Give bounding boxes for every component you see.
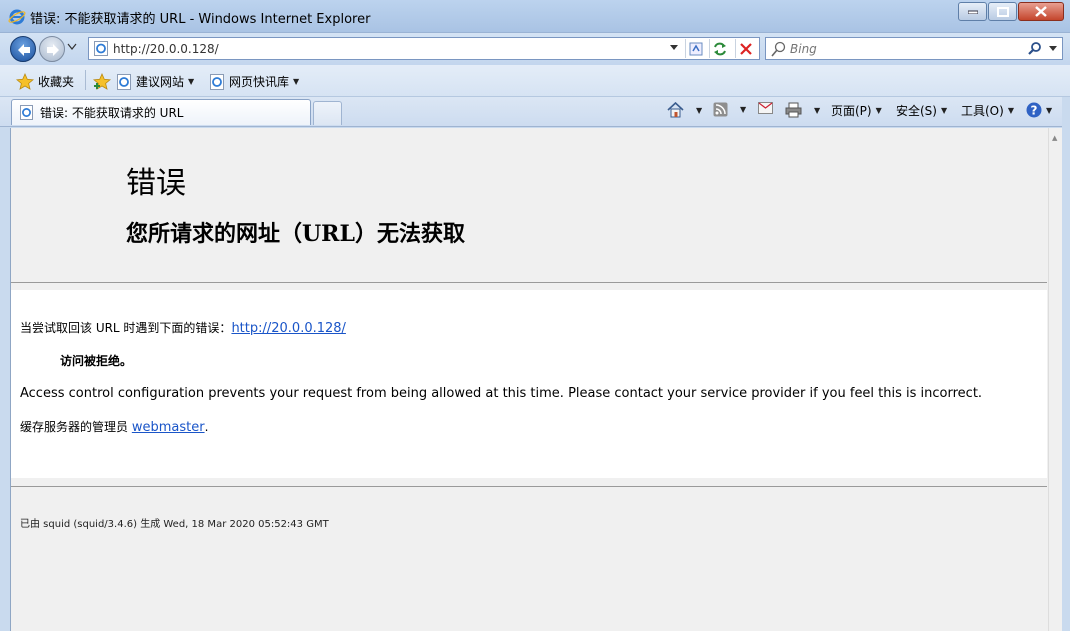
stop-icon	[740, 42, 752, 55]
tools-menu-label: 工具(O)	[961, 104, 1004, 118]
toolbar-separator	[85, 70, 86, 90]
favorites-label: 收藏夹	[38, 75, 75, 89]
requested-url-link[interactable]: http://20.0.0.128/	[231, 321, 346, 336]
page-viewport: 错误 您所请求的网址（URL）无法获取 当尝试取回该 URL 时遇到下面的错误：…	[10, 128, 1048, 631]
forward-button[interactable]	[39, 36, 65, 62]
ie-logo-icon	[8, 9, 26, 25]
print-button[interactable]: ▼	[785, 102, 820, 118]
mail-icon	[758, 102, 773, 114]
address-bar[interactable]	[88, 37, 760, 60]
chevron-down-icon: ▼	[740, 105, 747, 114]
favorites-bar: 收藏夹 建议网站 ▼ 网页快讯库 ▼	[0, 65, 1070, 97]
chevron-down-icon: ▼	[188, 77, 195, 86]
chevron-down-icon: ▼	[940, 106, 948, 115]
chevron-down-icon: ▼	[875, 106, 882, 115]
search-box[interactable]	[765, 37, 1063, 60]
close-button[interactable]	[1018, 2, 1064, 21]
scroll-up-icon[interactable]: ▲	[1052, 134, 1057, 142]
ie-page-icon	[210, 73, 224, 90]
web-slice-gallery-label: 网页快讯库	[229, 75, 290, 89]
chevron-down-icon: ▼	[1007, 106, 1014, 115]
window-frame-right	[1062, 97, 1070, 631]
favorites-button[interactable]: 收藏夹	[16, 73, 74, 90]
title-bar: 错误: 不能获取请求的 URL - Windows Internet Explo…	[0, 0, 1070, 33]
webmaster-link[interactable]: webmaster	[132, 420, 205, 435]
navigation-bar	[0, 33, 1070, 65]
search-icon[interactable]	[1028, 42, 1042, 56]
rss-feed-icon	[713, 102, 728, 117]
new-tab-button[interactable]	[313, 101, 342, 125]
add-favorite-star-icon	[93, 73, 111, 90]
error-header: 错误 您所请求的网址（URL）无法获取	[11, 128, 1047, 283]
window-controls	[957, 2, 1064, 22]
home-button[interactable]: ▼	[667, 102, 702, 118]
admin-suffix: .	[204, 420, 209, 434]
help-icon: ?	[1026, 102, 1042, 118]
help-button[interactable]: ? ▼	[1026, 102, 1052, 118]
error-title: 访问被拒绝。	[60, 354, 133, 368]
vertical-scrollbar[interactable]: ▲	[1048, 128, 1062, 631]
error-subheading: 您所请求的网址（URL）无法获取	[126, 221, 465, 247]
refresh-button[interactable]	[709, 39, 730, 58]
read-mail-button[interactable]	[758, 102, 773, 114]
web-slice-gallery-button[interactable]: 网页快讯库 ▼	[210, 73, 299, 90]
footer-divider	[11, 486, 1047, 487]
recent-pages-dropdown-icon[interactable]	[67, 43, 77, 51]
minimize-button[interactable]	[958, 2, 987, 21]
page-menu-button[interactable]: 页面(P) ▼	[831, 102, 882, 119]
intro-text: 当尝试取回该 URL 时遇到下面的错误：	[20, 321, 232, 335]
search-provider-icon	[771, 41, 786, 57]
error-body: 当尝试取回该 URL 时遇到下面的错误：http://20.0.0.128/ 访…	[11, 290, 1047, 478]
home-icon	[667, 102, 684, 118]
add-to-favorites-bar-button[interactable]	[93, 73, 111, 90]
chevron-down-icon: ▼	[696, 105, 703, 115]
ie-page-icon	[20, 105, 33, 120]
url-dropdown-icon[interactable]	[669, 43, 679, 53]
intro-line: 当尝试取回该 URL 时遇到下面的错误：http://20.0.0.128/	[20, 319, 346, 336]
maximize-button[interactable]	[988, 2, 1017, 21]
window-title: 错误: 不能获取请求的 URL - Windows Internet Explo…	[30, 12, 371, 27]
url-input[interactable]	[113, 40, 673, 57]
stop-button[interactable]	[735, 39, 756, 58]
close-icon	[1035, 6, 1047, 17]
tab-bar: 错误: 不能获取请求的 URL ▼ ▼ ▼ 页面(P) ▼ 安全(S) ▼ 工具…	[0, 97, 1070, 127]
svg-text:?: ?	[1031, 104, 1038, 118]
chevron-down-icon: ▼	[1046, 105, 1053, 115]
arrow-left-icon	[18, 44, 30, 56]
ie-page-icon	[117, 73, 131, 90]
page-icon	[94, 41, 108, 56]
safety-menu-label: 安全(S)	[896, 104, 937, 118]
compatibility-view-button[interactable]	[685, 39, 706, 58]
admin-text: 缓存服务器的管理员	[20, 420, 132, 434]
printer-icon	[785, 102, 802, 118]
search-options-dropdown-icon[interactable]	[1048, 45, 1058, 53]
search-input[interactable]	[790, 40, 1020, 57]
minimize-icon	[967, 10, 978, 14]
error-heading: 错误	[126, 166, 186, 201]
tab-label: 错误: 不能获取请求的 URL	[40, 106, 184, 120]
suggested-sites-label: 建议网站	[136, 75, 185, 89]
admin-line: 缓存服务器的管理员 webmaster.	[20, 418, 208, 435]
safety-menu-button[interactable]: 安全(S) ▼	[896, 102, 947, 119]
tools-menu-button[interactable]: 工具(O) ▼	[961, 102, 1014, 119]
feeds-button[interactable]: ▼	[713, 102, 746, 117]
error-description: Access control configuration prevents yo…	[20, 386, 983, 401]
star-icon	[16, 73, 34, 90]
back-button[interactable]	[10, 36, 36, 62]
chevron-down-icon: ▼	[293, 77, 300, 86]
tab-current[interactable]: 错误: 不能获取请求的 URL	[11, 99, 311, 125]
maximize-icon	[996, 6, 1009, 17]
suggested-sites-button[interactable]: 建议网站 ▼	[117, 73, 194, 90]
arrow-right-icon	[47, 44, 59, 56]
chevron-down-icon: ▼	[814, 105, 821, 115]
compatibility-view-icon	[689, 42, 703, 55]
generated-by-footer: 已由 squid (squid/3.4.6) 生成 Wed, 18 Mar 20…	[20, 519, 329, 530]
page-menu-label: 页面(P)	[831, 104, 872, 118]
refresh-icon	[714, 42, 726, 55]
